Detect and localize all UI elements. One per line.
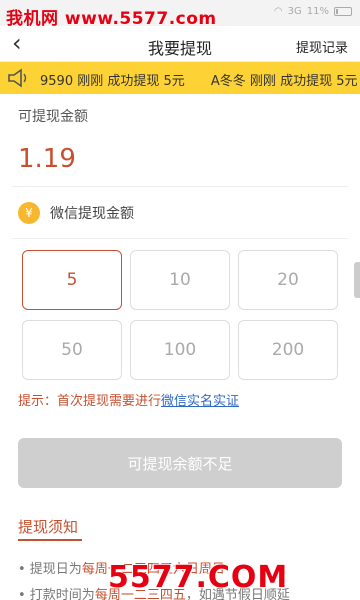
amount-option-100[interactable]: 100: [130, 320, 230, 380]
network-label: 3G: [287, 6, 302, 17]
balance-amount: 1.19: [18, 144, 76, 174]
note-text: • 打款时间为: [18, 588, 95, 600]
amount-option-50[interactable]: 50: [22, 320, 122, 380]
amount-option-10[interactable]: 10: [130, 250, 230, 310]
withdraw-records-link[interactable]: 提现记录: [296, 37, 348, 56]
status-bar: 我机网 www.5577.com ◠ 3G 11%: [0, 0, 360, 29]
ticker-text: 9590 刚刚 成功提现 5元 A冬冬 刚刚 成功提现 5元: [40, 70, 360, 89]
ticker-item: A冬冬 刚刚 成功提现 5元: [210, 74, 358, 89]
announcement-ticker: 9590 刚刚 成功提现 5元 A冬冬 刚刚 成功提现 5元: [0, 62, 360, 94]
notes-title: 提现须知: [18, 518, 79, 536]
notes-title-underline: [18, 539, 82, 541]
divider: [12, 238, 348, 239]
watermark-bottom: 5577.COM: [108, 560, 289, 595]
status-icons: ◠ 3G 11%: [274, 6, 352, 17]
amount-option-5[interactable]: 5: [22, 250, 122, 310]
wifi-icon: ◠: [273, 6, 283, 17]
nav-bar: ‹ 我要提现 提现记录: [0, 26, 360, 62]
amount-option-20[interactable]: 20: [238, 250, 338, 310]
edge-drag-handle[interactable]: [354, 262, 360, 298]
megaphone-icon: [8, 68, 27, 88]
ticker-item: 9590 刚刚 成功提现 5元: [40, 74, 185, 89]
withdraw-button[interactable]: 可提现余额不足: [18, 438, 342, 488]
battery-icon: [334, 7, 352, 16]
yen-coin-icon: ¥: [18, 202, 40, 224]
wechat-amount-header: ¥ 微信提现金额: [18, 202, 134, 224]
battery-percent: 11%: [306, 6, 329, 17]
balance-label: 可提现金额: [18, 109, 88, 125]
first-withdraw-tip: 提示：首次提现需要进行微信实名实证: [18, 390, 239, 409]
divider: [12, 186, 348, 187]
amount-option-200[interactable]: 200: [238, 320, 338, 380]
note-text: • 提现日为: [18, 562, 82, 577]
wechat-amount-label: 微信提现金额: [50, 206, 134, 222]
real-name-verify-link[interactable]: 微信实名实证: [161, 394, 239, 409]
tip-text: 提示：首次提现需要进行: [18, 394, 162, 409]
